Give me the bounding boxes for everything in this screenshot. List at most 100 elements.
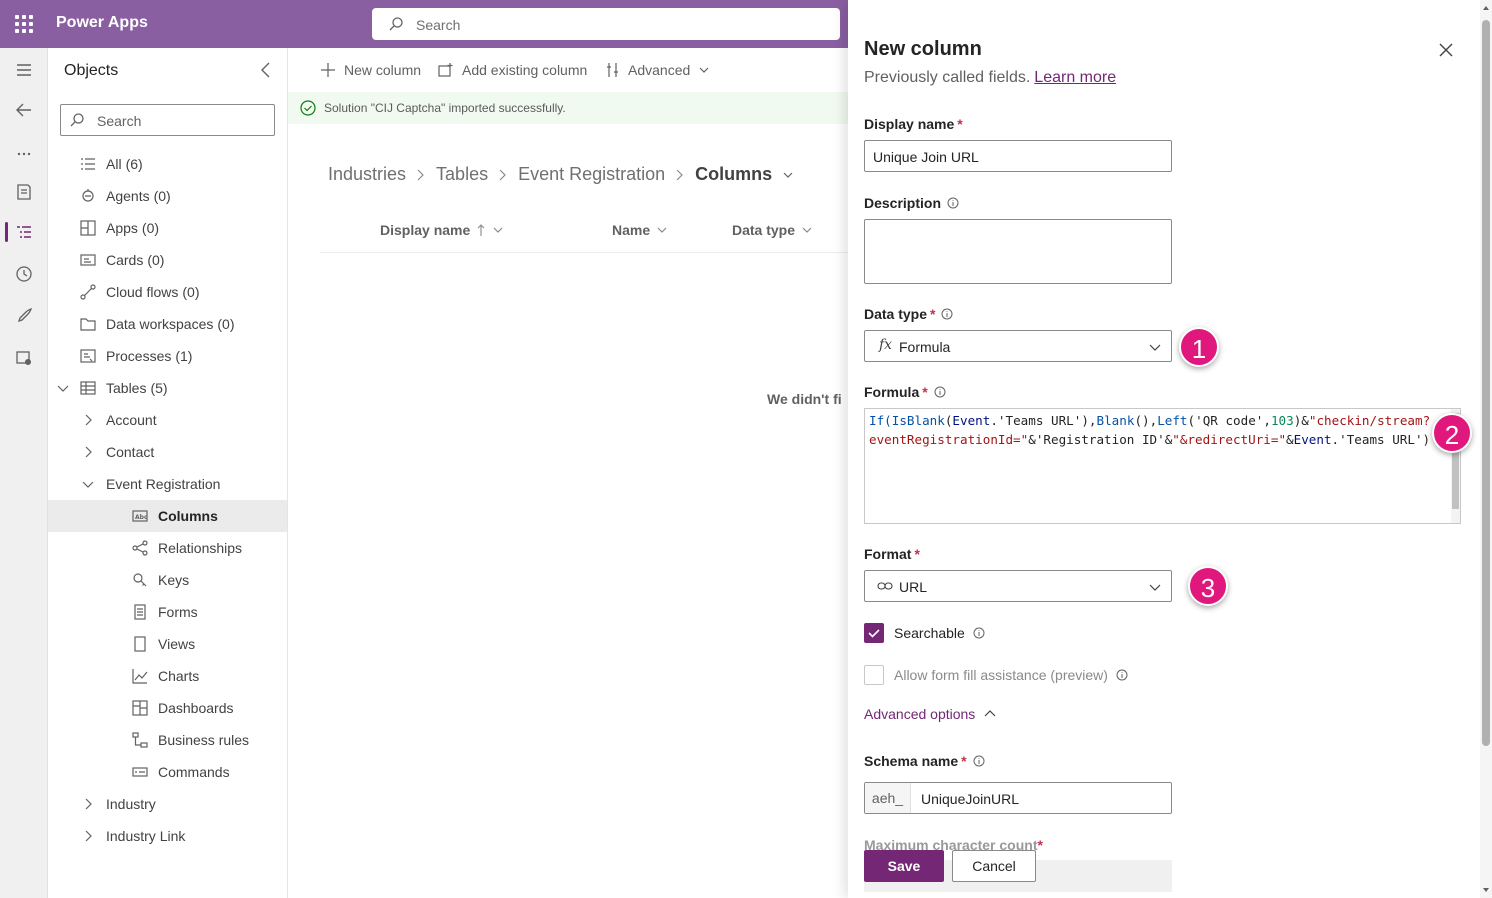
tree-item-forms[interactable]: Forms	[48, 596, 287, 628]
panel-scroll-thumb[interactable]	[1482, 20, 1490, 746]
pipeline-icon[interactable]	[14, 348, 34, 368]
info-icon[interactable]	[973, 627, 985, 639]
panel-title: New column	[864, 38, 982, 60]
tree-item-industry[interactable]: Industry	[48, 788, 287, 820]
panel-scrollbar[interactable]	[1480, 0, 1492, 898]
format-select[interactable]: URL	[864, 570, 1172, 602]
schema-name-input[interactable]: aeh_ UniqueJoinURL	[864, 782, 1172, 814]
tree-item-agents[interactable]: Agents (0)	[48, 180, 287, 212]
add-existing-column-button[interactable]: Add existing column	[438, 60, 587, 80]
app-title[interactable]: Power Apps	[56, 14, 148, 32]
tree-item-account[interactable]: Account	[48, 404, 287, 436]
learn-more-link[interactable]: Learn more	[1034, 69, 1116, 86]
app-launcher-icon[interactable]	[15, 15, 33, 33]
scroll-up-icon[interactable]	[1482, 4, 1490, 12]
tree-item-label: Cloud flows	[106, 284, 179, 300]
tree-item-commands[interactable]: Commands	[48, 756, 287, 788]
form-fill-checkbox[interactable]	[864, 665, 884, 685]
hamburger-icon[interactable]	[14, 60, 34, 80]
breadcrumb-industries[interactable]: Industries	[328, 164, 406, 185]
save-button[interactable]: Save	[864, 850, 944, 882]
tree-item-label: Dashboards	[158, 700, 234, 716]
tree-item-contact[interactable]: Contact	[48, 436, 287, 468]
objects-icon[interactable]	[14, 222, 34, 242]
breadcrumb-tables[interactable]: Tables	[436, 164, 488, 185]
tree-item-event-registration[interactable]: Event Registration	[48, 468, 287, 500]
list-icon	[81, 158, 95, 170]
schema-name-value: UniqueJoinURL	[921, 791, 1020, 807]
column-header-display-name[interactable]: Display name	[380, 222, 504, 238]
tree-item-cards[interactable]: Cards (0)	[48, 244, 287, 276]
format-label: Format *	[864, 546, 920, 562]
history-icon[interactable]	[14, 264, 34, 284]
column-header-name[interactable]: Name	[612, 222, 668, 238]
scroll-down-icon[interactable]	[1482, 886, 1490, 894]
tree-item-business-rules[interactable]: Business rules	[48, 724, 287, 756]
step-badge-2: 2	[1432, 413, 1472, 453]
display-name-value: Unique Join URL	[873, 149, 979, 165]
required-mark: *	[961, 753, 967, 769]
rocket-icon[interactable]	[14, 306, 34, 326]
chevron-down-icon	[699, 67, 709, 73]
breadcrumb-columns[interactable]: Columns	[695, 164, 772, 185]
objects-search-placeholder: Search	[97, 113, 142, 129]
tree-item-keys[interactable]: Keys	[48, 564, 287, 596]
chevron-right-icon[interactable]	[80, 828, 96, 844]
chevron-down-icon	[1149, 344, 1161, 351]
data-type-value: Formula	[899, 339, 951, 355]
info-icon[interactable]	[973, 755, 985, 767]
info-icon[interactable]	[941, 308, 953, 320]
cancel-button[interactable]: Cancel	[952, 850, 1036, 882]
chevron-down-icon[interactable]	[782, 169, 794, 181]
tree-item-tables[interactable]: Tables (5)	[48, 372, 287, 404]
tree-item-data-workspaces[interactable]: Data workspaces (0)	[48, 308, 287, 340]
display-name-input[interactable]: Unique Join URL	[864, 140, 1172, 172]
column-header-data-type[interactable]: Data type	[732, 222, 813, 238]
global-search-input[interactable]: Search	[372, 8, 840, 40]
tree-item-relationships[interactable]: Relationships	[48, 532, 287, 564]
tree-item-label: Commands	[158, 764, 230, 780]
tree-item-apps[interactable]: Apps (0)	[48, 212, 287, 244]
chevron-right-icon[interactable]	[80, 412, 96, 428]
breadcrumb-event-registration[interactable]: Event Registration	[518, 164, 665, 185]
tree-item-industry-link[interactable]: Industry Link	[48, 820, 287, 852]
dashboards-icon	[132, 700, 148, 716]
info-icon[interactable]	[1116, 669, 1128, 681]
left-rail	[0, 48, 48, 898]
close-icon[interactable]	[1436, 40, 1456, 60]
info-icon[interactable]	[947, 197, 959, 209]
data-type-select[interactable]: fx Formula	[864, 330, 1172, 362]
views-icon	[134, 636, 146, 652]
collapse-left-icon[interactable]	[256, 60, 276, 80]
chevron-right-icon[interactable]	[80, 444, 96, 460]
solution-icon[interactable]	[14, 182, 34, 202]
chevron-down-icon	[802, 227, 812, 233]
formula-editor[interactable]: If(IsBlank(Event.'Teams URL'),Blank(),Le…	[864, 408, 1461, 524]
folder-icon	[80, 318, 96, 331]
chevron-down-icon[interactable]	[80, 476, 96, 492]
tree-item-cloud-flows[interactable]: Cloud flows (0)	[48, 276, 287, 308]
tree-item-all[interactable]: All (6)	[48, 148, 287, 180]
search-icon	[70, 113, 84, 127]
advanced-menu-button[interactable]: Advanced	[606, 60, 710, 80]
chevron-right-icon[interactable]	[80, 796, 96, 812]
tree-item-views[interactable]: Views	[48, 628, 287, 660]
required-mark: *	[922, 384, 928, 400]
forms-icon	[134, 604, 146, 620]
tree-item-columns[interactable]: Abc Columns	[48, 500, 287, 532]
new-column-button[interactable]: New column	[320, 60, 421, 80]
data-type-label: Data type *	[864, 306, 953, 322]
advanced-options-toggle[interactable]: Advanced options	[864, 706, 997, 722]
tree-item-dashboards[interactable]: Dashboards	[48, 692, 287, 724]
tree-item-charts[interactable]: Charts	[48, 660, 287, 692]
empty-state-message: We didn't fi	[767, 391, 842, 407]
back-arrow-icon[interactable]	[14, 100, 34, 120]
searchable-checkbox[interactable]	[864, 623, 884, 643]
info-icon[interactable]	[934, 386, 946, 398]
objects-search-input[interactable]: Search	[60, 104, 275, 136]
more-icon[interactable]	[14, 144, 34, 164]
chevron-down-icon[interactable]	[55, 380, 71, 396]
description-textarea[interactable]	[864, 219, 1172, 284]
tree-item-processes[interactable]: Processes (1)	[48, 340, 287, 372]
formula-line-2: eventRegistrationId="&'Registration ID'&…	[869, 430, 1456, 449]
